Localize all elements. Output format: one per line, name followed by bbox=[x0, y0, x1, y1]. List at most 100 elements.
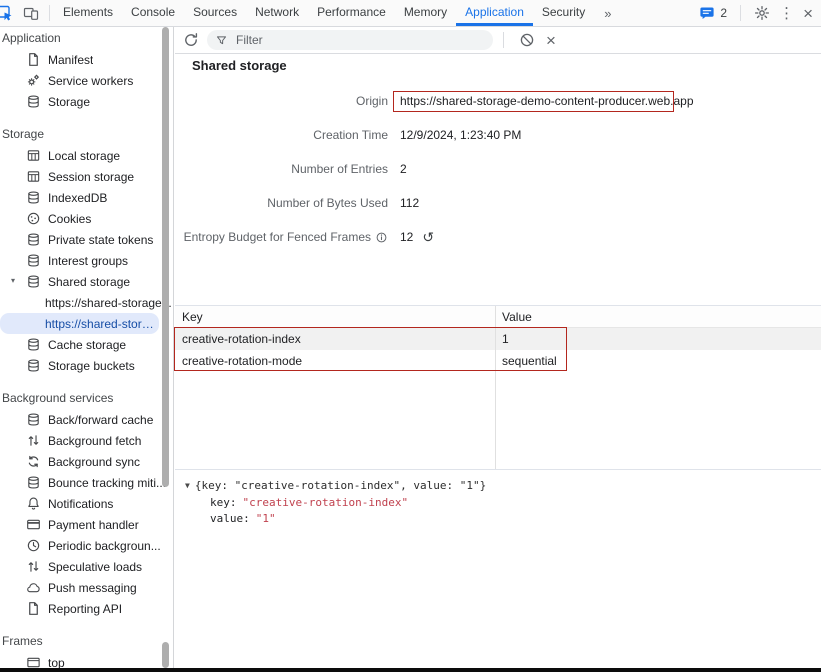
sidebar-item-notifications[interactable]: Notifications bbox=[0, 493, 173, 514]
tabbar-right-icons: 2 ⋮ × bbox=[699, 0, 821, 26]
inspect-icon[interactable] bbox=[0, 5, 17, 21]
sidebar-section-frames: Frames bbox=[0, 631, 173, 652]
tab-network[interactable]: Network bbox=[246, 0, 308, 26]
preview-property-value: value:"1" bbox=[185, 511, 821, 527]
sidebar-item-reporting-api[interactable]: Reporting API bbox=[0, 598, 173, 619]
entries-count-value: 2 bbox=[400, 162, 407, 176]
sidebar-item-cache-storage[interactable]: Cache storage bbox=[0, 334, 173, 355]
sidebar-scrollbar-lower[interactable] bbox=[162, 642, 169, 668]
service-worker-icon bbox=[26, 73, 41, 88]
sidebar-item-manifest[interactable]: Manifest bbox=[0, 49, 173, 70]
table-icon bbox=[26, 169, 41, 184]
sidebar-item-top-frame[interactable]: top bbox=[0, 652, 173, 668]
file-icon bbox=[26, 52, 41, 67]
shared-storage-items-grid: Key Value creative-rotation-index 1 crea… bbox=[175, 305, 821, 470]
sidebar-item-cookies[interactable]: Cookies bbox=[0, 208, 173, 229]
tab-memory[interactable]: Memory bbox=[395, 0, 456, 26]
issues-icon bbox=[699, 5, 715, 21]
column-resize-handle[interactable] bbox=[495, 306, 496, 469]
delete-selected-icon[interactable]: × bbox=[546, 32, 556, 49]
entry-preview-pane: ▼ {key: "creative-rotation-index", value… bbox=[175, 470, 821, 668]
block-icon[interactable] bbox=[519, 32, 535, 48]
object-summary: {key: "creative-rotation-index", value: … bbox=[195, 478, 486, 494]
sidebar-item-private-state-tokens[interactable]: Private state tokens bbox=[0, 229, 173, 250]
sidebar-item-storage-buckets[interactable]: Storage buckets bbox=[0, 355, 173, 376]
row-value: sequential bbox=[495, 354, 821, 368]
metadata-row-bytes-used: Number of Bytes Used 112 bbox=[175, 186, 821, 220]
sidebar-item-indexeddb[interactable]: IndexedDB bbox=[0, 187, 173, 208]
sidebar-item-session-storage[interactable]: Session storage bbox=[0, 166, 173, 187]
sidebar-scrollbar[interactable] bbox=[162, 27, 169, 487]
metadata-label: Number of Bytes Used bbox=[175, 196, 388, 210]
table-row[interactable]: creative-rotation-mode sequential bbox=[175, 350, 821, 372]
devtools-tabbar: Elements Console Sources Network Perform… bbox=[0, 0, 821, 27]
entropy-budget-label: Entropy Budget for Fenced Frames bbox=[184, 230, 371, 244]
filter-box bbox=[207, 30, 493, 50]
sync-icon bbox=[26, 454, 41, 469]
kebab-menu-icon[interactable]: ⋮ bbox=[779, 6, 794, 21]
table-row[interactable]: creative-rotation-index 1 bbox=[175, 328, 821, 350]
application-sidebar: Application Manifest Service workers Sto… bbox=[0, 27, 174, 668]
table-icon bbox=[26, 148, 41, 163]
devtools-window: Elements Console Sources Network Perform… bbox=[0, 0, 821, 672]
column-header-value[interactable]: Value bbox=[495, 310, 821, 324]
tab-elements[interactable]: Elements bbox=[54, 0, 122, 26]
device-toolbar-icon[interactable] bbox=[17, 5, 45, 21]
close-devtools-icon[interactable]: × bbox=[803, 5, 813, 22]
sidebar-item-interest-groups[interactable]: Interest groups bbox=[0, 250, 173, 271]
metadata-label: Number of Entries bbox=[175, 162, 388, 176]
sidebar-item-shared-storage-origin-2[interactable]: https://shared-storage... bbox=[0, 313, 159, 334]
row-key: creative-rotation-index bbox=[175, 332, 495, 346]
filter-input[interactable] bbox=[234, 32, 485, 48]
metadata-label: Entropy Budget for Fenced Frames bbox=[175, 230, 388, 244]
window-bottom-edge bbox=[0, 668, 821, 672]
issues-button[interactable]: 2 bbox=[699, 5, 727, 21]
sidebar-item-background-sync[interactable]: Background sync bbox=[0, 451, 173, 472]
sidebar-item-local-storage[interactable]: Local storage bbox=[0, 145, 173, 166]
sidebar-item-background-fetch[interactable]: Background fetch bbox=[0, 430, 173, 451]
info-icon[interactable] bbox=[375, 231, 388, 244]
database-icon bbox=[26, 274, 41, 289]
database-icon bbox=[26, 232, 41, 247]
tab-sources[interactable]: Sources bbox=[184, 0, 246, 26]
database-icon bbox=[26, 412, 41, 427]
metadata-report: Origin https://shared-storage-demo-conte… bbox=[175, 84, 821, 254]
cloud-icon bbox=[26, 580, 41, 595]
tab-performance[interactable]: Performance bbox=[308, 0, 395, 26]
sidebar-section-storage: Storage bbox=[0, 124, 173, 145]
bytes-used-value: 112 bbox=[400, 196, 419, 210]
metadata-row-creation-time: Creation Time 12/9/2024, 1:23:40 PM bbox=[175, 118, 821, 152]
creation-time-value: 12/9/2024, 1:23:40 PM bbox=[400, 128, 521, 142]
sidebar-item-shared-storage[interactable]: ▾ Shared storage bbox=[0, 271, 173, 292]
expand-arrow-icon[interactable]: ▾ bbox=[11, 276, 15, 285]
sidebar-item-shared-storage-origin-1[interactable]: https://shared-storage... bbox=[0, 292, 173, 313]
sidebar-item-bounce-tracking-mitigations[interactable]: Bounce tracking miti... bbox=[0, 472, 173, 493]
sidebar-item-payment-handler[interactable]: Payment handler bbox=[0, 514, 173, 535]
cookie-icon bbox=[26, 211, 41, 226]
database-icon bbox=[26, 475, 41, 490]
reset-budget-icon[interactable]: ↺ bbox=[422, 230, 434, 244]
more-tabs-button[interactable]: » bbox=[594, 0, 621, 26]
origin-value: https://shared-storage-demo-content-prod… bbox=[400, 94, 694, 108]
sidebar-item-speculative-loads[interactable]: Speculative loads bbox=[0, 556, 173, 577]
disclosure-triangle-icon[interactable]: ▼ bbox=[185, 478, 190, 494]
bell-icon bbox=[26, 496, 41, 511]
tab-security[interactable]: Security bbox=[533, 0, 594, 26]
sidebar-item-push-messaging[interactable]: Push messaging bbox=[0, 577, 173, 598]
database-icon bbox=[26, 253, 41, 268]
settings-gear-icon[interactable] bbox=[754, 5, 770, 21]
sidebar-item-periodic-background-sync[interactable]: Periodic backgroun... bbox=[0, 535, 173, 556]
up-down-arrows-icon bbox=[26, 559, 41, 574]
up-down-arrows-icon bbox=[26, 433, 41, 448]
column-header-key[interactable]: Key bbox=[175, 310, 495, 324]
sidebar-item-storage[interactable]: Storage bbox=[0, 91, 173, 112]
refresh-icon[interactable] bbox=[183, 32, 199, 48]
tab-application[interactable]: Application bbox=[456, 0, 533, 26]
row-key: creative-rotation-mode bbox=[175, 354, 495, 368]
sidebar-item-service-workers[interactable]: Service workers bbox=[0, 70, 173, 91]
sidebar-item-back-forward-cache[interactable]: Back/forward cache bbox=[0, 409, 173, 430]
payment-card-icon bbox=[26, 517, 41, 532]
metadata-row-entropy-budget: Entropy Budget for Fenced Frames 12 ↺ bbox=[175, 220, 821, 254]
tab-console[interactable]: Console bbox=[122, 0, 184, 26]
toolbar-divider bbox=[740, 5, 741, 21]
